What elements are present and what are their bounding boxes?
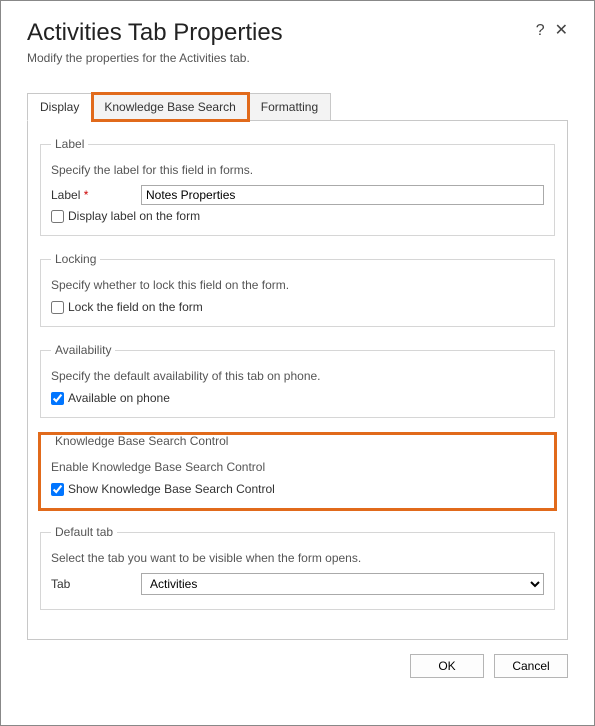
- default-tab-legend: Default tab: [51, 525, 117, 539]
- label-input[interactable]: [141, 185, 544, 205]
- display-label-checkbox[interactable]: [51, 210, 64, 223]
- dialog-title: Activities Tab Properties: [27, 19, 526, 47]
- availability-legend: Availability: [51, 343, 115, 357]
- label-legend: Label: [51, 137, 88, 151]
- tab-strip: Display Knowledge Base Search Formatting: [27, 93, 568, 120]
- lock-field-text: Lock the field on the form: [68, 300, 203, 314]
- default-tab-desc: Select the tab you want to be visible wh…: [51, 551, 544, 565]
- label-field-label: Label *: [51, 188, 133, 202]
- label-section: Label Specify the label for this field i…: [40, 137, 555, 236]
- default-tab-label: Tab: [51, 577, 133, 591]
- tab-panel-display: Label Specify the label for this field i…: [27, 120, 568, 640]
- close-icon[interactable]: ✕: [555, 19, 568, 43]
- ok-button[interactable]: OK: [410, 654, 484, 678]
- show-kb-search-text: Show Knowledge Base Search Control: [68, 482, 275, 496]
- available-on-phone-text: Available on phone: [68, 391, 170, 405]
- cancel-button[interactable]: Cancel: [494, 654, 568, 678]
- label-desc: Specify the label for this field in form…: [51, 163, 544, 177]
- kb-search-control-section: Knowledge Base Search Control Enable Kno…: [40, 434, 555, 509]
- dialog-subtitle: Modify the properties for the Activities…: [27, 51, 568, 65]
- default-tab-select[interactable]: Activities: [141, 573, 544, 595]
- default-tab-section: Default tab Select the tab you want to b…: [40, 525, 555, 610]
- available-on-phone-checkbox[interactable]: [51, 392, 64, 405]
- help-icon[interactable]: ?: [536, 19, 545, 43]
- availability-section: Availability Specify the default availab…: [40, 343, 555, 418]
- dialog-footer: OK Cancel: [27, 654, 568, 678]
- display-label-text: Display label on the form: [68, 209, 200, 223]
- lock-field-checkbox[interactable]: [51, 301, 64, 314]
- kb-desc: Enable Knowledge Base Search Control: [51, 460, 544, 474]
- tab-display[interactable]: Display: [27, 93, 92, 121]
- tab-knowledge-base-search[interactable]: Knowledge Base Search: [92, 93, 248, 121]
- locking-section: Locking Specify whether to lock this fie…: [40, 252, 555, 327]
- kb-legend: Knowledge Base Search Control: [51, 434, 232, 448]
- locking-desc: Specify whether to lock this field on th…: [51, 278, 544, 292]
- availability-desc: Specify the default availability of this…: [51, 369, 544, 383]
- tab-formatting[interactable]: Formatting: [249, 93, 331, 121]
- show-kb-search-checkbox[interactable]: [51, 483, 64, 496]
- locking-legend: Locking: [51, 252, 100, 266]
